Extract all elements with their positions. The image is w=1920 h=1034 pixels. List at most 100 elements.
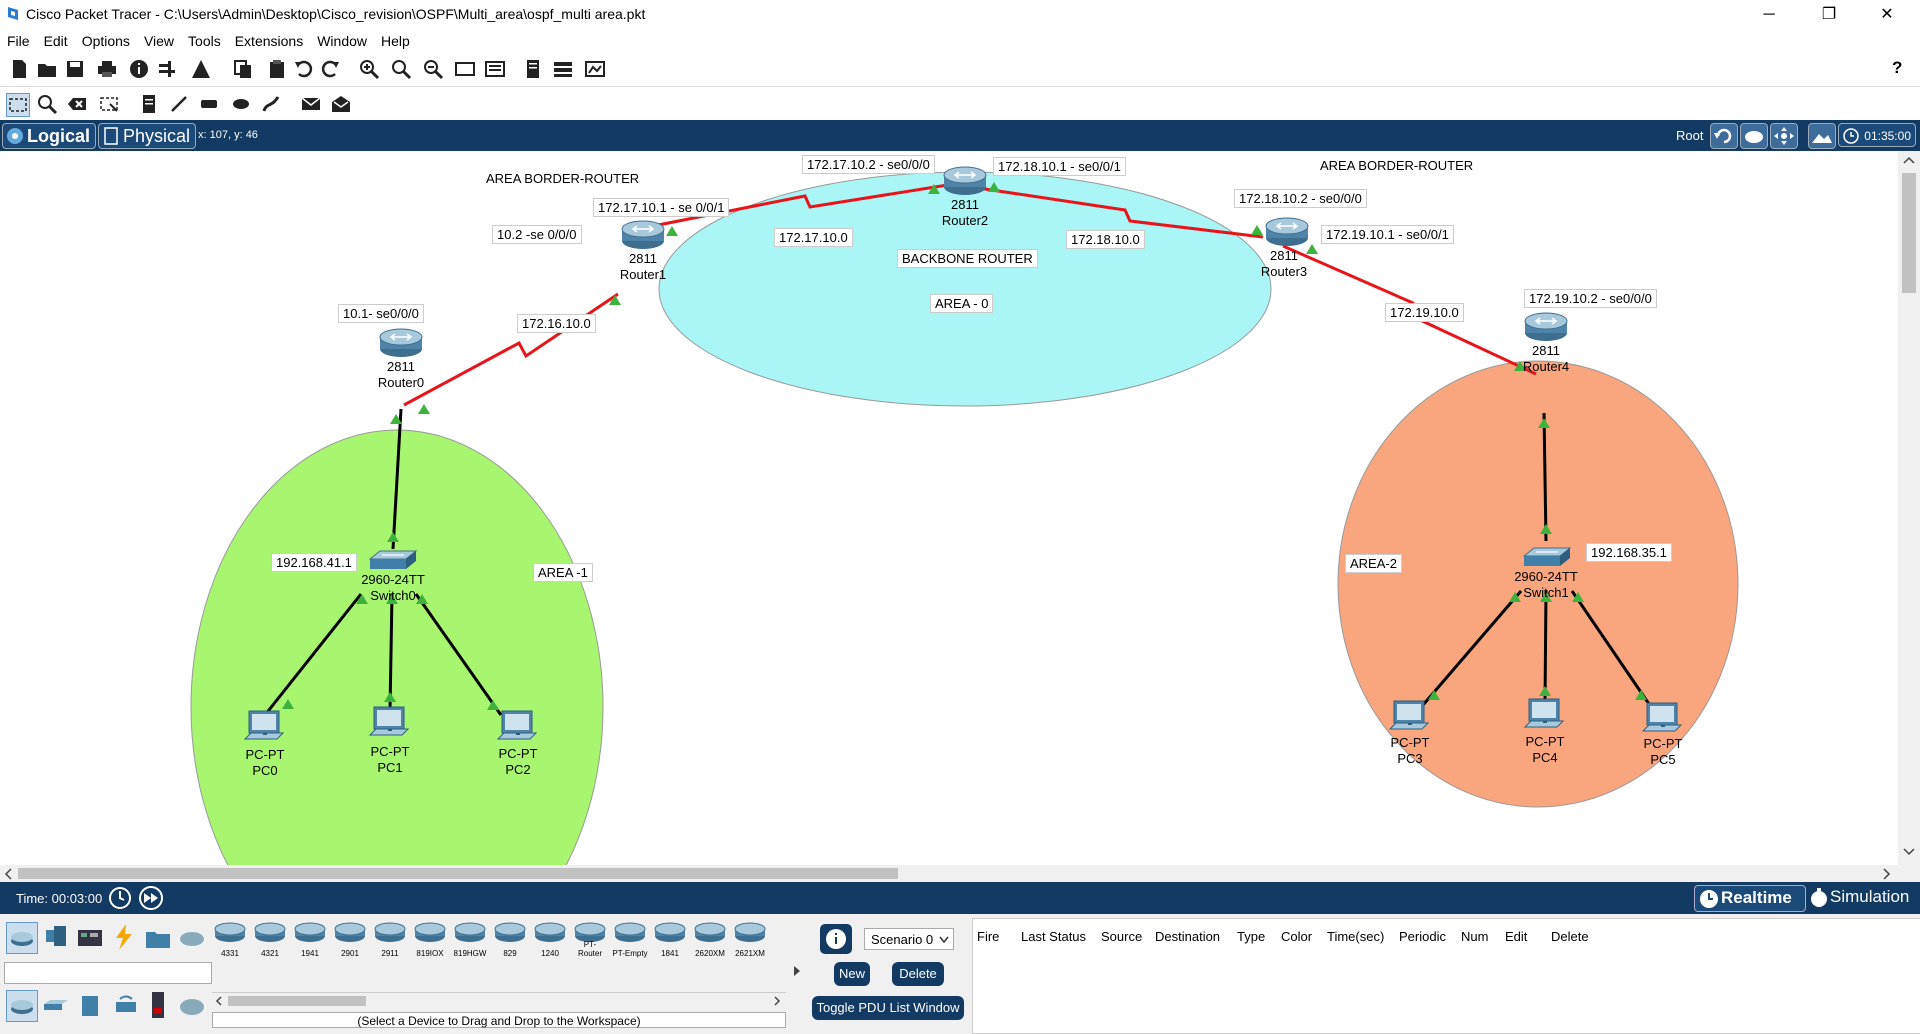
menu-tools[interactable]: Tools: [181, 30, 228, 49]
menu-extensions[interactable]: Extensions: [228, 30, 310, 49]
col-edit[interactable]: Edit: [1505, 929, 1527, 944]
horizontal-scrollbar[interactable]: [0, 865, 1898, 882]
col-time[interactable]: Time(sec): [1327, 929, 1384, 944]
link-switch1-pc4[interactable]: [1543, 590, 1548, 704]
routers-icon[interactable]: [6, 990, 38, 1022]
simple-pdu-icon[interactable]: [300, 93, 322, 115]
ellipse-icon[interactable]: [230, 93, 252, 115]
redo-icon[interactable]: [320, 58, 342, 80]
scroll-up-icon[interactable]: [1903, 155, 1915, 165]
restore-button[interactable]: ❐: [1806, 0, 1852, 30]
device-model-tile[interactable]: 4331: [212, 920, 248, 958]
col-fire[interactable]: Fire: [977, 929, 999, 944]
info-icon[interactable]: [128, 58, 150, 80]
cluster-icon[interactable]: [552, 58, 574, 80]
toggle-pdu-list-button[interactable]: Toggle PDU List Window: [812, 996, 964, 1020]
device-model-tile[interactable]: PT-Empty: [612, 920, 648, 958]
col-periodic[interactable]: Periodic: [1399, 929, 1446, 944]
switches-icon[interactable]: [42, 994, 70, 1018]
switch0-icon[interactable]: [369, 550, 417, 570]
notes-icon[interactable]: [522, 58, 544, 80]
pc2-icon[interactable]: [497, 710, 537, 740]
menu-window[interactable]: Window: [310, 30, 374, 49]
pc0-icon[interactable]: [244, 710, 284, 740]
end-devices-icon[interactable]: [42, 924, 70, 952]
new-scenario-button[interactable]: New: [834, 962, 870, 986]
device-search-field[interactable]: [4, 962, 212, 984]
wireless-devices-icon[interactable]: [112, 994, 140, 1018]
scroll-down-icon[interactable]: [1903, 847, 1915, 857]
line-icon[interactable]: [168, 93, 190, 115]
minimize-button[interactable]: ─: [1746, 0, 1792, 30]
move-object-icon[interactable]: [1770, 123, 1798, 149]
menu-help[interactable]: Help: [374, 30, 417, 49]
paste-icon[interactable]: [266, 58, 288, 80]
cluster-view-icon[interactable]: [1740, 123, 1768, 149]
wan-emulation-icon[interactable]: [178, 994, 206, 1018]
simulation-mode-button[interactable]: Simulation: [1808, 885, 1916, 910]
router1-icon[interactable]: [621, 220, 665, 250]
viewport-time[interactable]: 01:35:00: [1838, 123, 1916, 147]
device-model-tile[interactable]: 2911: [372, 920, 408, 958]
physical-tab[interactable]: Physical: [98, 123, 196, 149]
menu-file[interactable]: File: [0, 30, 37, 49]
router2-icon[interactable]: [943, 166, 987, 196]
components-icon[interactable]: [76, 926, 104, 950]
pc1-icon[interactable]: [369, 706, 409, 736]
power-cycle-icon[interactable]: [108, 886, 132, 910]
device-model-tile[interactable]: 829: [492, 920, 528, 958]
zoom-in-icon[interactable]: [358, 58, 380, 80]
delete-icon[interactable]: [66, 93, 88, 115]
new-icon[interactable]: [8, 58, 30, 80]
device-model-tile[interactable]: 2620XM: [692, 920, 728, 958]
scroll-right-icon[interactable]: [1882, 868, 1892, 880]
col-type[interactable]: Type: [1237, 929, 1265, 944]
vertical-scroll-thumb[interactable]: [1902, 173, 1916, 293]
device-model-tile[interactable]: 2621XM: [732, 920, 768, 958]
zoom-out-icon[interactable]: [422, 58, 444, 80]
drawing-palette-icon[interactable]: [454, 58, 476, 80]
device-model-tile[interactable]: 4321: [252, 920, 288, 958]
models-scroll-right-icon[interactable]: [772, 996, 782, 1006]
security-icon[interactable]: [148, 990, 168, 1020]
zoom-reset-icon[interactable]: [390, 58, 412, 80]
device-model-tile[interactable]: 1240: [532, 920, 568, 958]
models-scroll-thumb[interactable]: [228, 996, 366, 1006]
connections-icon[interactable]: [110, 922, 138, 952]
models-scroll-left-icon[interactable]: [214, 996, 224, 1006]
panel-collapse-icon[interactable]: [792, 964, 802, 978]
custom-devices-icon[interactable]: [484, 58, 506, 80]
device-model-tile[interactable]: 1941: [292, 920, 328, 958]
wizard-icon[interactable]: [156, 58, 178, 80]
background-image-icon[interactable]: [1808, 123, 1836, 149]
realtime-mode-button[interactable]: Realtime: [1694, 885, 1806, 912]
col-num[interactable]: Num: [1461, 929, 1488, 944]
logical-workspace[interactable]: AREA -1 AREA - 0 BACKBONE ROUTER AREA-2 …: [0, 151, 1898, 865]
menu-view[interactable]: View: [137, 30, 181, 49]
router3-icon[interactable]: [1265, 217, 1309, 247]
viewport-icon[interactable]: [584, 58, 606, 80]
pc5-icon[interactable]: [1642, 702, 1682, 732]
inspect-icon[interactable]: [36, 93, 58, 115]
scenario-info-icon[interactable]: [820, 924, 852, 954]
resize-icon[interactable]: [98, 93, 120, 115]
device-model-tile[interactable]: 819HGW: [452, 920, 488, 958]
pc3-icon[interactable]: [1389, 700, 1429, 730]
device-model-tile[interactable]: 819IOX: [412, 920, 448, 958]
scenario-select[interactable]: Scenario 0: [864, 928, 954, 950]
device-model-tile[interactable]: PT-Router: [572, 920, 608, 958]
multiuser-icon[interactable]: [178, 926, 206, 950]
complex-pdu-icon[interactable]: [330, 93, 352, 115]
col-last-status[interactable]: Last Status: [1021, 929, 1086, 944]
open-icon[interactable]: [36, 58, 58, 80]
select-icon[interactable]: [6, 93, 30, 117]
device-model-tile[interactable]: 1841: [652, 920, 688, 958]
col-color[interactable]: Color: [1281, 929, 1312, 944]
pc4-icon[interactable]: [1524, 698, 1564, 728]
vertical-scrollbar[interactable]: [1898, 151, 1920, 865]
router0-icon[interactable]: [379, 328, 423, 358]
scroll-left-icon[interactable]: [3, 868, 13, 880]
link-router4-switch1[interactable]: [1542, 412, 1548, 542]
close-button[interactable]: ✕: [1864, 0, 1910, 30]
col-destination[interactable]: Destination: [1155, 929, 1220, 944]
